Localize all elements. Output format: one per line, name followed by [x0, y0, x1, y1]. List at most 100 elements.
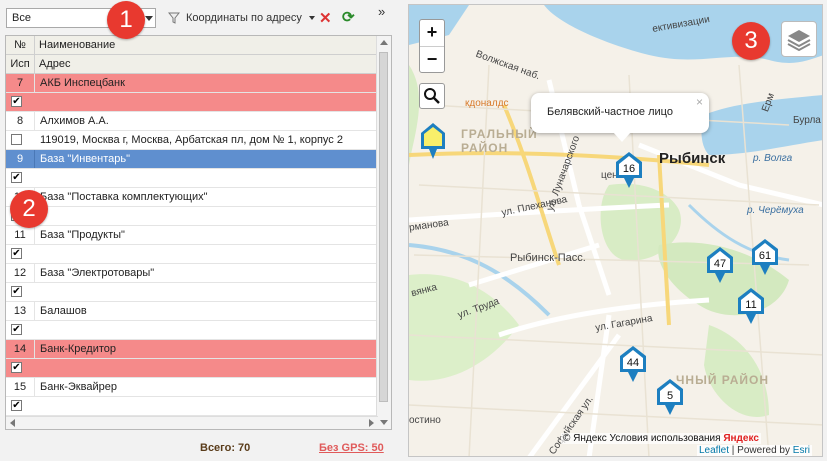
map-label-district1: ГРАЛЬНЫЙ РАЙОН: [461, 127, 538, 155]
search-icon: [424, 88, 440, 104]
table-row[interactable]: 13 Балашов: [6, 302, 378, 321]
leaflet-link[interactable]: Leaflet: [699, 445, 729, 456]
row-name: База "Продукты": [40, 229, 125, 241]
map-label-station: Рыбинск-Пасс.: [510, 252, 586, 264]
filter-icon[interactable]: [168, 12, 180, 24]
used-checkbox[interactable]: ✔: [11, 248, 22, 259]
popup-text: Белявский-частное лицо: [547, 106, 673, 118]
row-name: Банк-Эквайрер: [40, 381, 117, 393]
table-row[interactable]: 15 Банк-Эквайрер: [6, 378, 378, 397]
leaflet-attribution: Leaflet | Powered by Esri: [697, 445, 813, 456]
row-name: База "Поставка комплектующих": [40, 191, 208, 203]
map-tiles: [409, 5, 822, 456]
map-label-burla: Бурла: [793, 115, 821, 126]
table-row-detail[interactable]: ✔: [6, 169, 378, 188]
scroll-up-icon[interactable]: [380, 40, 388, 45]
table-row-detail[interactable]: ✔: [6, 321, 378, 340]
vertical-scrollbar[interactable]: [376, 36, 391, 429]
row-name: Банк-Кредитор: [40, 343, 117, 355]
row-name: Алхимов А.А.: [40, 115, 109, 127]
no-gps-link[interactable]: Без GPS: 50: [319, 442, 384, 454]
scroll-left-icon[interactable]: [10, 419, 15, 427]
layers-icon: [787, 30, 811, 52]
layers-button[interactable]: [781, 21, 817, 57]
map-popup: Белявский-частное лицо ×: [531, 93, 709, 142]
table-row-detail[interactable]: ✔: [6, 245, 378, 264]
used-checkbox[interactable]: ✔: [11, 362, 22, 373]
table-row-detail[interactable]: ✔: [6, 93, 378, 112]
zoom-out-button[interactable]: −: [420, 47, 444, 73]
row-name: База "Инвентарь": [40, 153, 131, 165]
row-number: 14: [6, 340, 35, 358]
map-search-button[interactable]: [419, 83, 445, 109]
powered-by-text: | Powered by: [729, 445, 793, 456]
header-number[interactable]: №: [6, 36, 35, 54]
map-label-volga: р. Волга: [753, 153, 793, 164]
refresh-icon[interactable]: ⟳: [342, 8, 355, 26]
callout-badge-1: 1: [107, 1, 145, 39]
objects-table: № Наименование Исп Адрес 7 АКБ Инспецбанк…: [5, 35, 392, 430]
table-row[interactable]: 12 База "Электротовары": [6, 264, 378, 283]
table-row[interactable]: 11 База "Продукты": [6, 226, 378, 245]
popup-close-icon[interactable]: ×: [696, 95, 703, 109]
table-row[interactable]: 9 База "Инвентарь": [6, 150, 378, 169]
table-row[interactable]: 7 АКБ Инспецбанк: [6, 74, 378, 93]
used-checkbox[interactable]: ✔: [11, 400, 22, 411]
row-name: Балашов: [40, 305, 87, 317]
used-checkbox[interactable]: ✔: [11, 172, 22, 183]
table-row-detail[interactable]: ✔: [6, 359, 378, 378]
zoom-control: + −: [419, 19, 445, 73]
row-number: 15: [6, 378, 35, 396]
table-row-detail[interactable]: ✔: [6, 397, 378, 416]
coords-dropdown-icon[interactable]: [309, 16, 315, 20]
used-checkbox[interactable]: [11, 134, 22, 145]
row-address: 119019, Москва г, Москва, Арбатская пл, …: [40, 134, 343, 146]
more-actions-button[interactable]: »: [378, 4, 385, 19]
yandex-attribution: © Яндекс Условия использования Яндекс: [561, 433, 761, 444]
used-checkbox[interactable]: ✔: [11, 286, 22, 297]
header-address[interactable]: Адрес: [39, 55, 71, 73]
table-row[interactable]: 10База "Поставка комплектующих": [6, 188, 378, 207]
used-checkbox[interactable]: ✔: [11, 324, 22, 335]
table-row-detail[interactable]: 119019, Москва г, Москва, Арбатская пл, …: [6, 131, 378, 150]
scroll-thumb[interactable]: [379, 52, 388, 402]
row-number: 9: [6, 150, 35, 168]
map-label-district2: ЧНЫЙ РАЙОН: [676, 373, 770, 387]
clear-filter-icon[interactable]: ✕: [319, 9, 332, 27]
table-header-row1: № Наименование: [6, 36, 378, 55]
row-name: АКБ Инспецбанк: [40, 77, 125, 89]
map-label-cheremukha: р. Черёмуха: [747, 205, 804, 216]
yandex-attribution-text[interactable]: © Яндекс Условия использования: [563, 433, 721, 444]
map-label-kostino: остино: [409, 415, 441, 426]
toolbar: Все Координаты по адресу ✕ ⟳ »: [0, 0, 395, 34]
map-label-mcdonalds: кдоналдс: [465, 98, 509, 109]
table-row[interactable]: 14 Банк-Кредитор: [6, 340, 378, 359]
row-number: 11: [6, 226, 35, 244]
chevron-down-icon[interactable]: [145, 16, 153, 21]
row-number: 8: [6, 112, 35, 130]
table-row-detail[interactable]: ✔: [6, 283, 378, 302]
callout-badge-3: 3: [732, 22, 770, 60]
scroll-right-icon[interactable]: [369, 419, 374, 427]
scroll-down-icon[interactable]: [380, 420, 388, 425]
table-header-row2: Исп Адрес: [6, 55, 378, 74]
filter-select-value: Все: [12, 12, 31, 24]
used-checkbox[interactable]: ✔: [11, 96, 22, 107]
popup-tip: [613, 132, 631, 142]
map-panel[interactable]: Рыбинск р. Волга ГРАЛЬНЫЙ РАЙОН ЧНЫЙ РАЙ…: [408, 4, 823, 457]
yandex-logo: Яндекс: [723, 433, 759, 444]
coords-by-address-button[interactable]: Координаты по адресу: [186, 12, 302, 24]
header-used[interactable]: Исп: [6, 55, 35, 73]
map-label-cena: ценa: [601, 170, 624, 181]
map-label-city: Рыбинск: [659, 150, 726, 167]
horizontal-scrollbar[interactable]: [6, 416, 378, 429]
esri-link[interactable]: Esri: [793, 445, 810, 456]
callout-badge-2: 2: [10, 190, 48, 228]
total-count: Всего: 70: [200, 442, 251, 454]
zoom-in-button[interactable]: +: [420, 20, 444, 47]
table-row-detail[interactable]: ✔: [6, 207, 378, 226]
row-number: 13: [6, 302, 35, 320]
row-number: 12: [6, 264, 35, 282]
header-name[interactable]: Наименование: [39, 36, 115, 54]
table-row[interactable]: 8 Алхимов А.А.: [6, 112, 378, 131]
